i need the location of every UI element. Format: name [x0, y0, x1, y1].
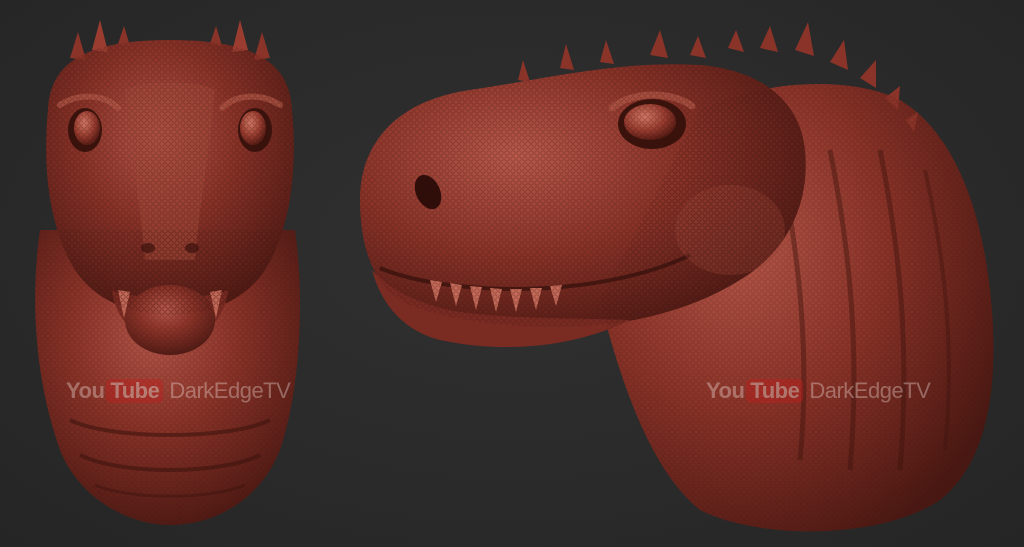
youtube-logo-tube: Tube: [746, 379, 804, 403]
youtube-logo: You Tube: [66, 378, 164, 404]
render-canvas: You Tube DarkEdgeTV You Tube DarkEdgeTV: [0, 0, 1024, 547]
dinosaur-sculpt-render: [35, 20, 994, 532]
youtube-watermark-front: You Tube DarkEdgeTV: [66, 378, 291, 404]
youtube-logo-you: You: [706, 378, 745, 403]
channel-name: DarkEdgeTV: [169, 378, 291, 403]
side-view-head: [360, 22, 994, 532]
youtube-watermark-side: You Tube DarkEdgeTV: [706, 378, 931, 404]
youtube-logo: You Tube: [706, 378, 804, 404]
youtube-logo-tube: Tube: [106, 379, 164, 403]
channel-name: DarkEdgeTV: [809, 378, 931, 403]
front-view-head: [35, 20, 301, 525]
youtube-logo-you: You: [66, 378, 105, 403]
